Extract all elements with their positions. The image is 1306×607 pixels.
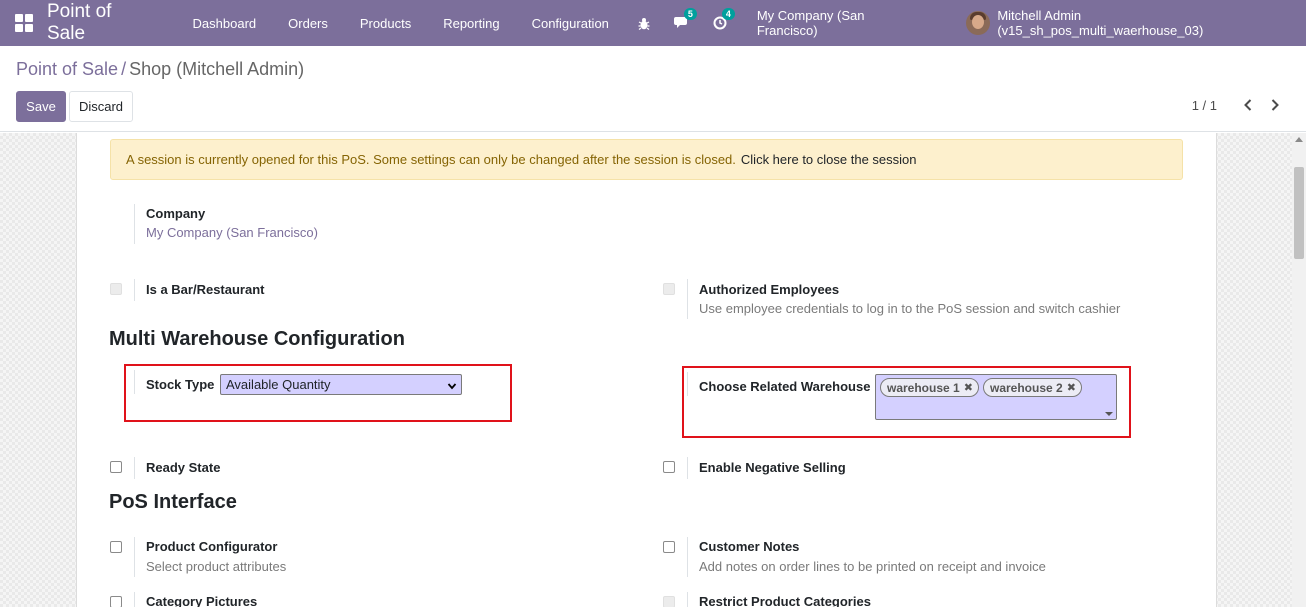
authorized-employees-label: Authorized Employees [699,282,840,297]
activities-clock-icon[interactable]: 4 [712,8,735,31]
product-configurator-label: Product Configurator [146,539,278,554]
control-panel: Point of Sale / Shop (Mitchell Admin) Save… [0,46,1306,132]
related-warehouse-tags-input[interactable]: warehouse 1 ✖ warehouse 2 ✖ [875,374,1117,420]
stock-type-select[interactable]: Available Quantity [220,374,462,395]
scrollbar-thumb[interactable] [1294,167,1304,259]
close-session-link[interactable]: Click here to close the session [741,152,917,167]
bar-restaurant-label: Is a Bar/Restaurant [146,282,265,297]
menu-dashboard[interactable]: Dashboard [177,16,273,31]
breadcrumb-current: Shop (Mitchell Admin) [129,59,305,79]
menu-reporting[interactable]: Reporting [427,16,515,31]
scroll-up-arrow-icon[interactable] [1295,137,1303,142]
product-configurator-checkbox[interactable] [110,541,122,553]
pos-interface-section-title: PoS Interface [109,491,237,513]
user-menu[interactable]: Mitchell Admin (v15_sh_pos_multi_waerhou… [997,8,1290,38]
breadcrumb-separator: / [121,59,127,79]
pager-value[interactable]: 1 / 1 [1192,98,1217,113]
field-divider [134,592,135,607]
field-divider [687,457,688,479]
multi-warehouse-section-title: Multi Warehouse Configuration [109,328,405,350]
form-sheet: A session is currently opened for this P… [76,133,1217,607]
authorized-employees-help: Use employee credentials to log in to th… [699,301,1121,316]
ready-state-checkbox[interactable] [110,461,122,473]
company-switcher[interactable]: My Company (San Francisco) [757,8,929,38]
menu-products[interactable]: Products [344,16,427,31]
category-pictures-checkbox[interactable] [110,596,122,607]
form-content-area: A session is currently opened for this P… [0,133,1306,607]
restrict-categories-label: Restrict Product Categories [699,594,871,607]
pager-previous-icon[interactable] [1240,96,1256,114]
stock-type-selected-value: Available Quantity [226,377,331,392]
activities-count-badge: 4 [721,8,735,20]
remove-tag-icon[interactable]: ✖ [1067,381,1076,394]
field-divider [134,457,135,479]
debug-bug-icon[interactable] [636,15,652,31]
ready-state-label: Ready State [146,460,221,475]
restrict-categories-checkbox[interactable] [663,596,675,607]
field-divider [134,279,135,301]
app-brand[interactable]: Point of Sale [47,1,155,45]
discard-button[interactable]: Discard [69,91,133,122]
messages-icon[interactable]: 5 [673,8,697,31]
breadcrumb: Point of Sale / Shop (Mitchell Admin) [16,59,304,80]
related-warehouse-label: Choose Related Warehouse [699,379,871,394]
company-label: Company [146,206,206,221]
warehouse-tag: warehouse 2 ✖ [983,378,1082,397]
company-value-link[interactable]: My Company (San Francisco) [146,225,318,240]
messages-count-badge: 5 [683,8,697,20]
authorized-employees-checkbox[interactable] [663,283,675,295]
product-configurator-help: Select product attributes [146,559,287,574]
dropdown-caret-icon[interactable] [1105,412,1113,416]
chevron-down-icon [447,379,457,394]
bar-restaurant-checkbox[interactable] [110,283,122,295]
customer-notes-help: Add notes on order lines to be printed o… [699,559,1046,574]
warehouse-tag-label: warehouse 1 [887,380,960,395]
top-navbar: Point of Sale Dashboard Orders Products … [0,0,1306,46]
alert-message: A session is currently opened for this P… [126,152,736,167]
field-divider [134,370,135,394]
session-open-alert: A session is currently opened for this P… [110,139,1183,180]
field-divider [687,372,688,396]
user-avatar[interactable] [966,11,991,35]
apps-menu-icon[interactable] [15,14,33,32]
stock-type-label: Stock Type [146,377,215,392]
field-divider [134,537,135,577]
warehouse-tag-label: warehouse 2 [990,380,1063,395]
field-divider [687,279,688,319]
field-divider [687,592,688,607]
menu-configuration[interactable]: Configuration [516,16,625,31]
navbar-systray: 5 4 My Company (San Francisco) Mitchell … [625,8,1290,38]
customer-notes-checkbox[interactable] [663,541,675,553]
warehouse-tag: warehouse 1 ✖ [880,378,979,397]
customer-notes-label: Customer Notes [699,539,800,554]
remove-tag-icon[interactable]: ✖ [964,381,973,394]
save-button[interactable]: Save [16,91,66,122]
field-divider [687,537,688,577]
category-pictures-label: Category Pictures [146,594,258,607]
breadcrumb-parent-link[interactable]: Point of Sale [16,59,118,79]
pager-next-icon[interactable] [1267,96,1283,114]
negative-selling-checkbox[interactable] [663,461,675,473]
negative-selling-label: Enable Negative Selling [699,460,846,475]
vertical-scrollbar[interactable] [1292,133,1306,607]
field-divider [134,204,135,244]
menu-orders[interactable]: Orders [272,16,344,31]
